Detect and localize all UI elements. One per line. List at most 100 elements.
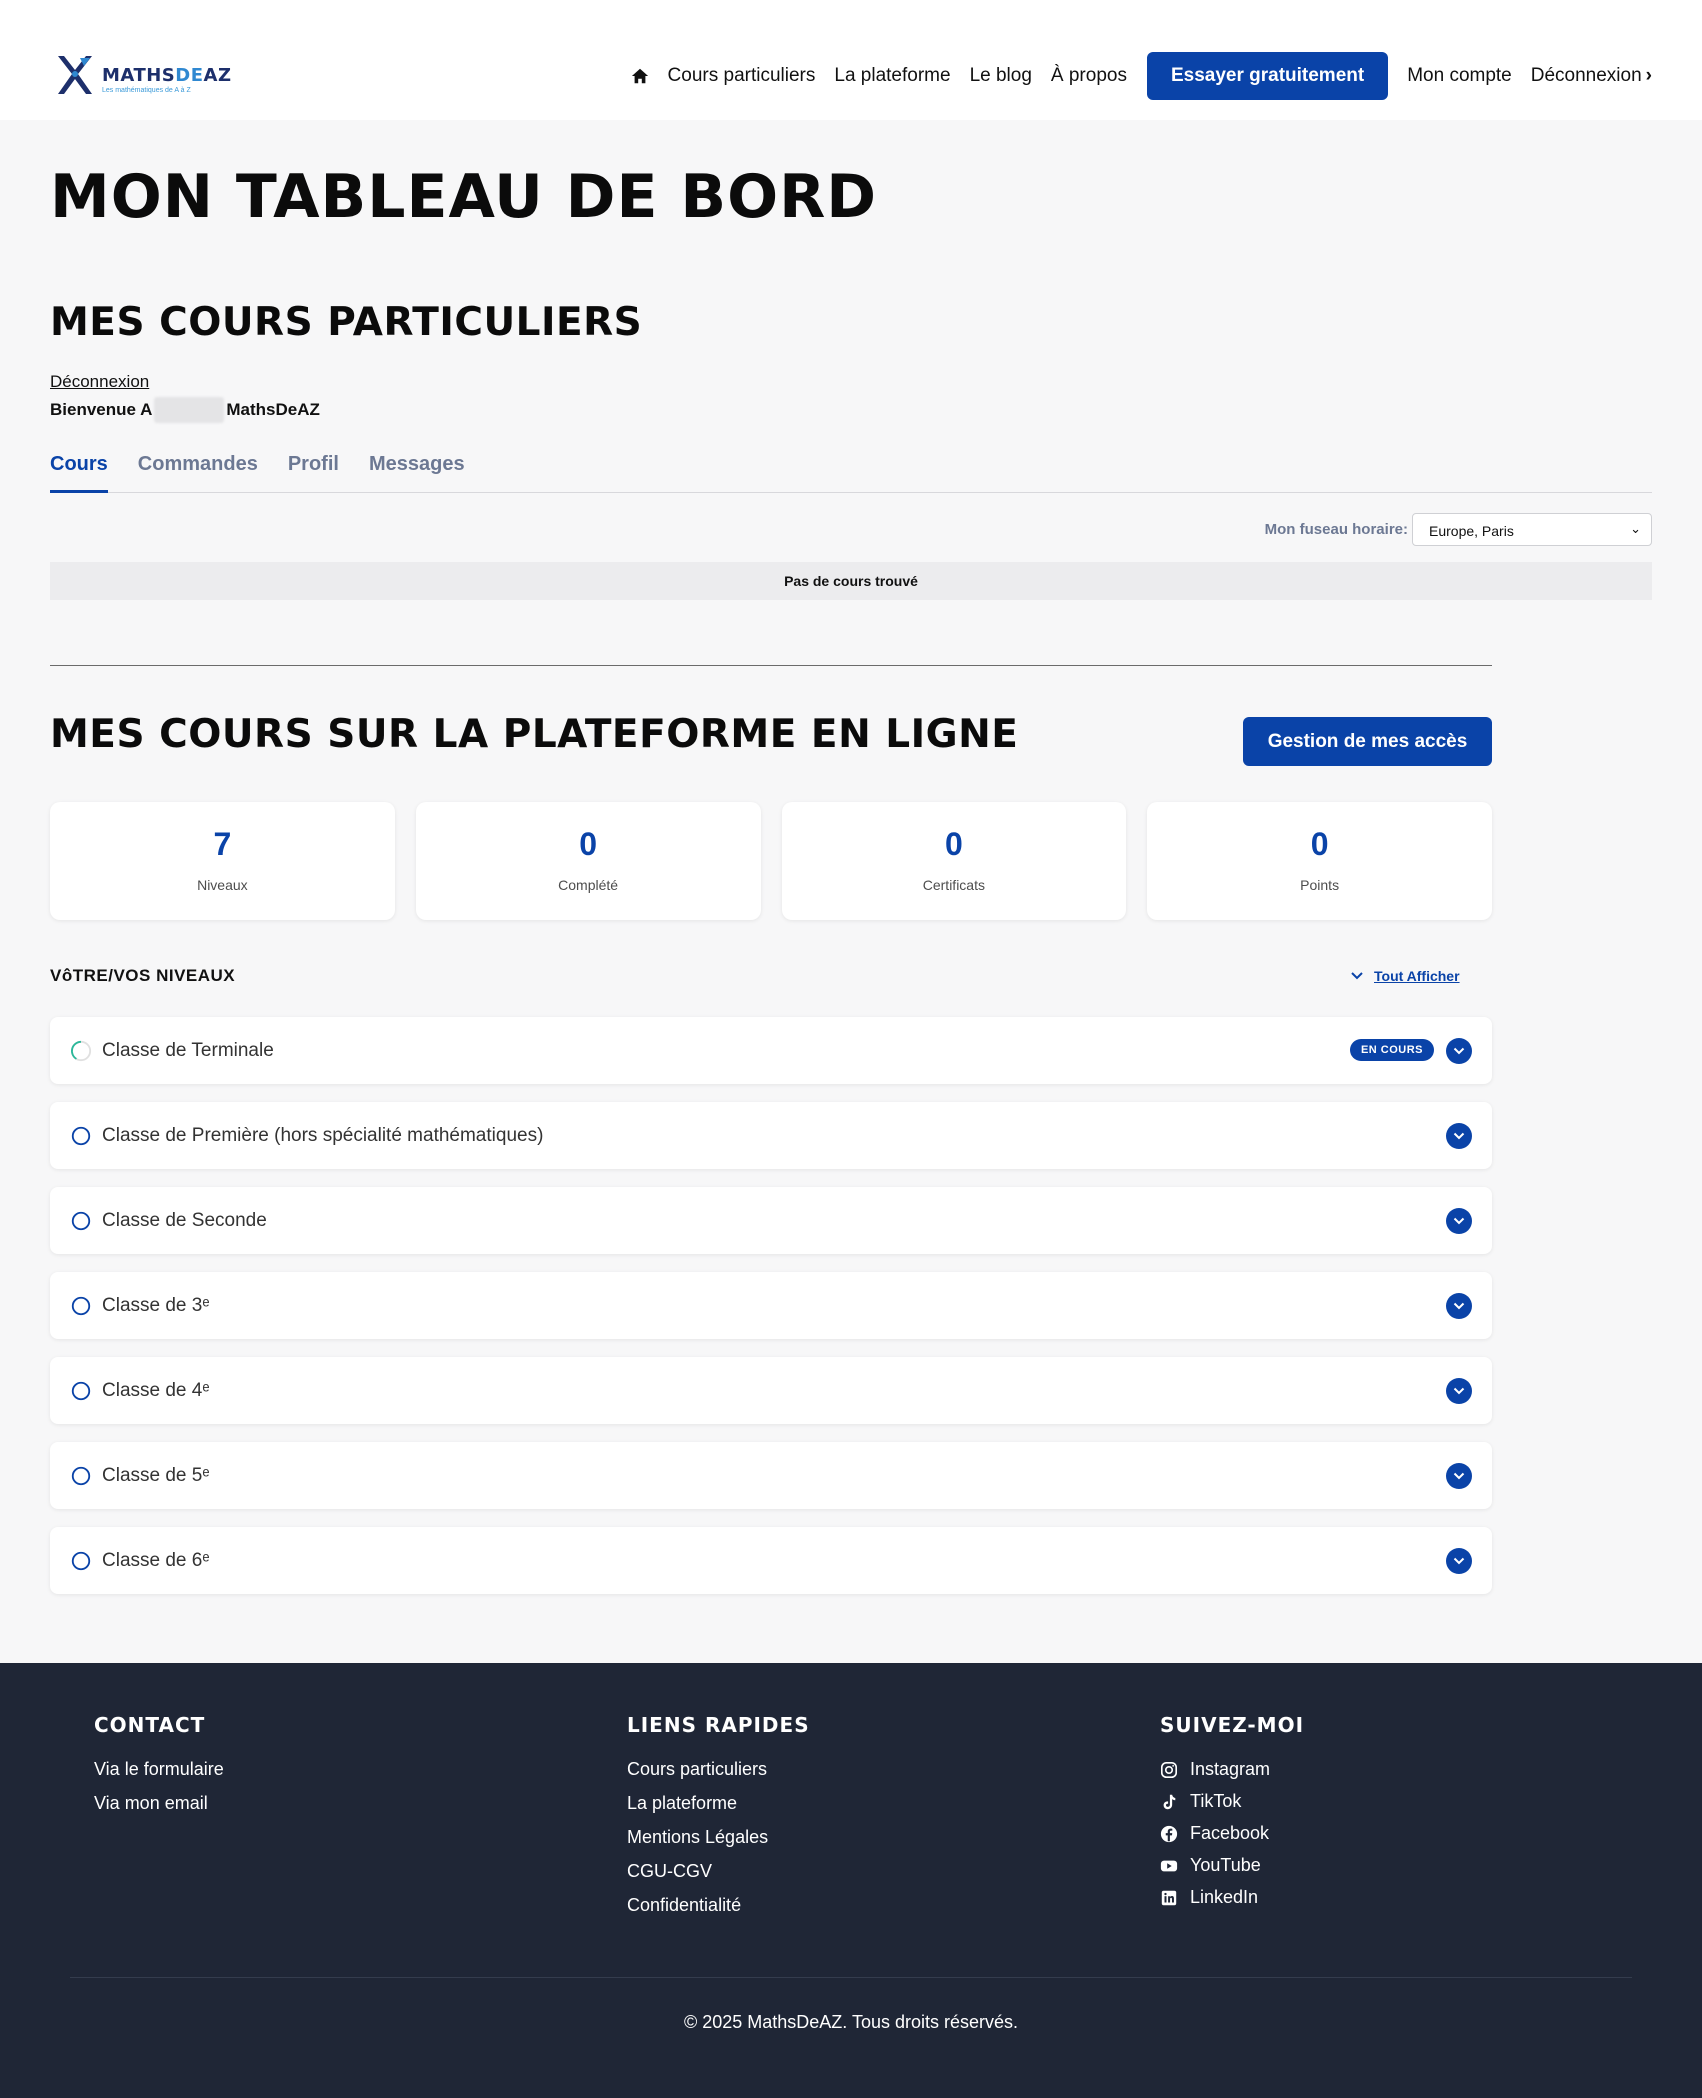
linkedin-icon: [1161, 1890, 1177, 1905]
expand-toggle[interactable]: [1446, 1548, 1472, 1574]
nav-mon-compte[interactable]: Mon compte: [1407, 65, 1512, 87]
social-link-linkedin[interactable]: LinkedIn: [1160, 1887, 1304, 1908]
level-item-terminale[interactable]: Classe de Terminale EN COURS: [50, 1017, 1492, 1084]
nav-a-propos[interactable]: À propos: [1051, 65, 1127, 87]
private-lessons-title: MES COURS PARTICULIERS: [50, 300, 643, 345]
chevron-down-icon: ⌄: [1630, 521, 1641, 536]
level-item-4e[interactable]: Classe de 4ᵉ: [50, 1357, 1492, 1424]
level-name: Classe de Seconde: [102, 1209, 267, 1231]
levels-heading: VôTRE/VOS NIVEAUX: [50, 966, 236, 985]
chevron-right-icon: ›: [1645, 65, 1652, 86]
circle-outline-icon: [71, 1296, 91, 1315]
social-link-facebook[interactable]: Facebook: [1160, 1823, 1304, 1844]
chevron-down-icon: [1453, 1472, 1465, 1480]
account-tabs: Cours Commandes Profil Messages: [50, 453, 1652, 493]
redacted-username: [154, 397, 225, 423]
nav-le-blog[interactable]: Le blog: [970, 65, 1032, 87]
logo-wordmark: MATHSDEAZ: [102, 64, 232, 86]
level-name: Classe de 4ᵉ: [102, 1379, 210, 1401]
page-title: MON TABLEAU DE BORD: [50, 162, 878, 232]
chevron-down-icon: [1453, 1387, 1465, 1395]
home-icon[interactable]: [631, 67, 649, 85]
try-free-button[interactable]: Essayer gratuitement: [1146, 52, 1389, 100]
social-link-tiktok[interactable]: TikTok: [1160, 1791, 1304, 1812]
footer-link-mentions[interactable]: Mentions Légales: [627, 1827, 810, 1848]
footer-divider: [70, 1977, 1632, 1978]
manage-access-button[interactable]: Gestion de mes accès: [1243, 717, 1492, 766]
main-nav: Cours particuliers La plateforme Le blog…: [631, 52, 1652, 100]
platform-title: MES COURS SUR LA PLATEFORME EN LIGNE: [50, 712, 1019, 757]
nav-la-plateforme[interactable]: La plateforme: [834, 65, 950, 87]
timezone-label: Mon fuseau horaire:: [1264, 521, 1408, 538]
footer-link-form[interactable]: Via le formulaire: [94, 1759, 224, 1780]
copyright-text: © 2025 MathsDeAZ. Tous droits réservés.: [683, 2012, 1019, 2032]
footer-link-email[interactable]: Via mon email: [94, 1793, 224, 1814]
facebook-icon: [1160, 1825, 1178, 1842]
expand-toggle[interactable]: [1446, 1123, 1472, 1149]
social-link-youtube[interactable]: YouTube: [1160, 1855, 1304, 1876]
level-item-premiere[interactable]: Classe de Première (hors spécialité math…: [50, 1102, 1492, 1169]
tab-profil[interactable]: Profil: [288, 453, 339, 493]
site-header: MATHSDEAZ Les mathématiques de A à Z Cou…: [0, 0, 1702, 120]
logo-tagline: Les mathématiques de A à Z: [102, 86, 191, 94]
chevron-down-icon: [1453, 1302, 1465, 1310]
chevron-down-icon: [1453, 1132, 1465, 1140]
footer-heading: SUIVEZ-MOI: [1160, 1713, 1305, 1737]
circle-outline-icon: [71, 1466, 91, 1485]
chevron-down-icon: [1453, 1047, 1465, 1055]
no-course-message: Pas de cours trouvé: [50, 562, 1652, 600]
tab-messages[interactable]: Messages: [369, 453, 465, 493]
stat-card-completed: 0 Complété: [415, 802, 761, 920]
progress-ring-icon: [70, 1040, 92, 1061]
instagram-icon: [1160, 1761, 1178, 1778]
stat-card-certificates: 0 Certificats: [781, 802, 1127, 920]
footer-contact: CONTACT Via le formulaire Via mon email: [94, 1713, 224, 1827]
stats-row: 7 Niveaux 0 Complété 0 Certificats 0 Poi…: [50, 802, 1492, 920]
level-item-seconde[interactable]: Classe de Seconde: [50, 1187, 1492, 1254]
footer-heading: CONTACT: [94, 1713, 206, 1737]
level-item-5e[interactable]: Classe de 5ᵉ: [50, 1442, 1492, 1509]
site-footer: CONTACT Via le formulaire Via mon email …: [0, 1663, 1702, 2098]
circle-outline-icon: [71, 1381, 91, 1400]
tiktok-icon: [1163, 1794, 1176, 1809]
footer-link-plateforme[interactable]: La plateforme: [627, 1793, 810, 1814]
stat-value: 0: [944, 826, 963, 862]
tab-cours[interactable]: Cours: [50, 453, 108, 493]
expand-toggle[interactable]: [1446, 1038, 1472, 1064]
stat-value: 0: [579, 826, 598, 862]
stat-label: Points: [1300, 877, 1340, 893]
timezone-select[interactable]: Europe, Paris ⌄: [1412, 513, 1652, 546]
footer-social: SUIVEZ-MOI Instagram TikTok Facebook You…: [1160, 1713, 1304, 1919]
level-item-6e[interactable]: Classe de 6ᵉ: [50, 1527, 1492, 1594]
show-all-link[interactable]: Tout Afficher: [1350, 968, 1460, 984]
levels-list: Classe de Terminale EN COURS Classe de P…: [50, 1017, 1492, 1612]
expand-toggle[interactable]: [1446, 1378, 1472, 1404]
stat-label: Complété: [558, 877, 619, 893]
footer-link-cours[interactable]: Cours particuliers: [627, 1759, 810, 1780]
expand-toggle[interactable]: [1446, 1293, 1472, 1319]
level-item-3e[interactable]: Classe de 3ᵉ: [50, 1272, 1492, 1339]
expand-toggle[interactable]: [1446, 1208, 1472, 1234]
stat-label: Niveaux: [197, 877, 248, 893]
welcome-message: Bienvenue A MathsDeAZ: [50, 397, 320, 423]
status-badge: EN COURS: [1349, 1039, 1434, 1061]
site-logo[interactable]: MATHSDEAZ Les mathématiques de A à Z: [54, 52, 232, 98]
stat-card-levels: 7 Niveaux: [50, 802, 395, 920]
footer-link-privacy[interactable]: Confidentialité: [627, 1895, 810, 1916]
logout-link[interactable]: Déconnexion: [50, 372, 149, 392]
expand-toggle[interactable]: [1446, 1463, 1472, 1489]
level-name: Classe de Première (hors spécialité math…: [102, 1124, 544, 1146]
nav-cours-particuliers[interactable]: Cours particuliers: [668, 65, 816, 87]
chevron-down-icon: [1351, 972, 1363, 980]
logo-x-icon: [58, 56, 92, 94]
footer-link-cgu[interactable]: CGU-CGV: [627, 1861, 810, 1882]
stat-card-points: 0 Points: [1147, 802, 1492, 920]
footer-quick-links: LIENS RAPIDES Cours particuliers La plat…: [627, 1713, 810, 1929]
section-divider: [50, 665, 1492, 666]
nav-logout[interactable]: Déconnexion ›: [1531, 65, 1652, 87]
social-link-instagram[interactable]: Instagram: [1160, 1759, 1304, 1780]
chevron-down-icon: [1453, 1557, 1465, 1565]
level-name: Classe de 5ᵉ: [102, 1464, 210, 1486]
tab-commandes[interactable]: Commandes: [138, 453, 258, 493]
youtube-icon: [1160, 1860, 1178, 1871]
